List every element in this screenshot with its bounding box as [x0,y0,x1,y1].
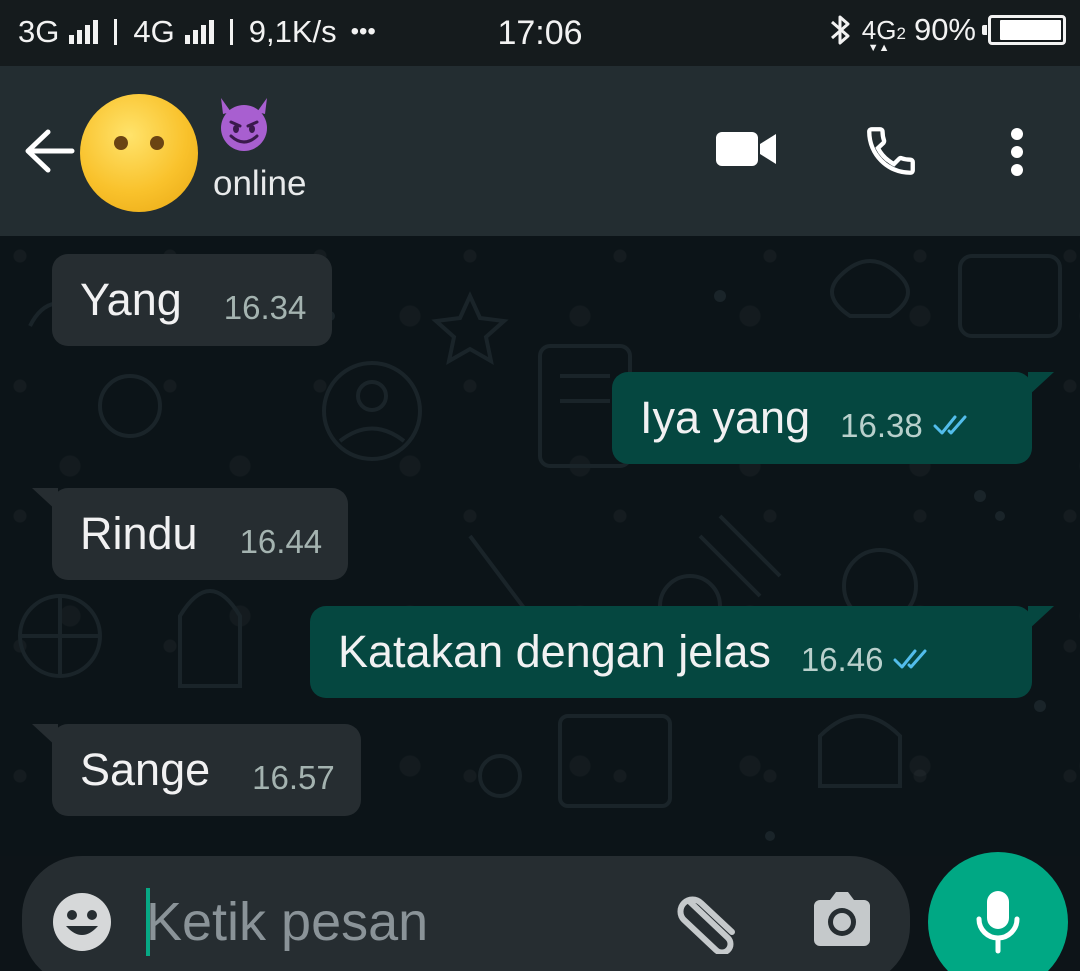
message-time: 16.34 [223,289,307,326]
message-time: 16.46 [800,641,884,678]
message-text: Sange [80,744,211,795]
status-right: 4G2 ▼▲ 90% [828,12,1066,54]
message-outgoing[interactable]: Iya yang 16.38 [612,372,1032,464]
message-outgoing[interactable]: Katakan dengan jelas 16.46 [310,606,1032,698]
chat-screen: 3G 4G 9,1K/s ••• 17:06 4G2 ▼▲ 90% online… [0,0,1080,971]
message-text: Iya yang [640,392,811,443]
message-list[interactable]: Yang 16.34 Iya yang 16.38 Rindu 16.44 Ka… [0,236,1080,856]
bubble-tail [1028,372,1054,396]
bluetooth-icon [830,15,850,45]
message-input[interactable] [146,882,646,962]
message-time: 16.57 [252,759,335,796]
battery-icon [982,15,1066,45]
more-options-icon[interactable] [1006,126,1028,178]
data-activity-icon: ▼▲ [867,41,890,54]
read-receipt-icon [933,415,967,435]
battery-percent: 90% [913,12,976,47]
attach-icon[interactable] [676,892,742,954]
video-call-icon[interactable] [714,124,778,174]
status-bar: 3G 4G 9,1K/s ••• 17:06 4G2 ▼▲ 90% [0,0,1080,66]
message-incoming[interactable]: Rindu 16.44 [52,488,349,580]
avatar-eye [114,136,128,150]
bubble-tail [32,488,58,512]
contact-avatar[interactable] [80,94,198,212]
back-arrow-icon[interactable] [22,126,76,176]
contact-status: online [213,164,307,203]
mic-icon [976,891,1020,954]
message-time: 16.44 [239,523,323,560]
message-text: Katakan dengan jelas [338,626,771,677]
message-composer [22,856,910,971]
chat-header: online [0,66,1080,236]
avatar-eye [150,136,164,150]
message-text: Rindu [80,508,198,559]
message-time: 16.38 [840,407,923,444]
emoji-icon[interactable] [50,890,114,954]
lte-indicator: 4G2 ▼▲ [861,14,906,54]
battery-level [1000,20,1061,40]
read-receipt-icon [893,649,927,669]
message-text: Yang [80,274,182,325]
voice-message-button[interactable] [928,852,1068,971]
message-incoming[interactable]: Yang 16.34 [52,254,333,346]
bubble-tail [32,724,58,748]
camera-icon[interactable] [810,890,874,948]
voice-call-icon[interactable] [862,122,920,180]
bubble-tail [1028,606,1054,630]
contact-name-devil-emoji-icon[interactable] [213,92,275,154]
message-incoming[interactable]: Sange 16.57 [52,724,361,816]
